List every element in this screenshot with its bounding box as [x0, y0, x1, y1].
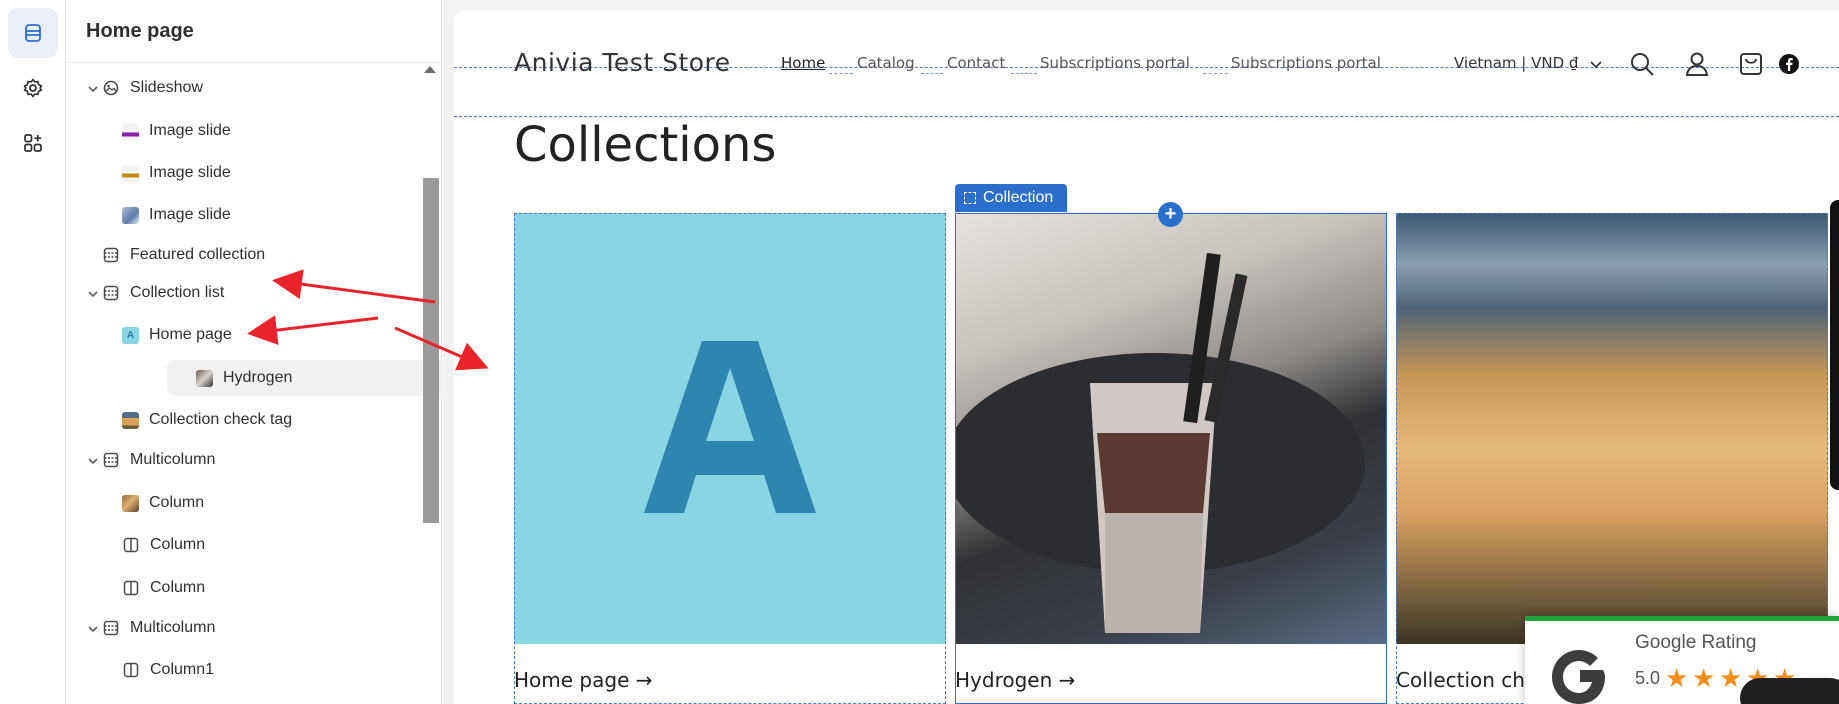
nav-subscriptions-portal[interactable]: Subscriptions portal	[1040, 54, 1190, 72]
nav-home[interactable]: Home	[781, 54, 825, 72]
scroll-up-arrow[interactable]	[424, 66, 436, 73]
nav-contact[interactable]: Contact	[947, 54, 1005, 72]
column-icon	[123, 537, 139, 553]
collection-card-label[interactable]: Hydrogen →	[955, 668, 1075, 692]
nav-separator	[921, 73, 943, 74]
section-label: Collection list	[130, 284, 225, 301]
block-image-slide[interactable]: Image slide	[122, 197, 462, 233]
add-block-button[interactable]: +	[1158, 202, 1183, 227]
cart-icon[interactable]	[1737, 50, 1765, 78]
sections-icon	[25, 24, 41, 42]
hydrogen-thumbnail	[196, 369, 213, 387]
chevron-down-icon[interactable]	[86, 454, 100, 468]
slideshow-icon	[103, 80, 119, 96]
block-label: Home page	[149, 326, 232, 343]
block-label: Hydrogen	[223, 369, 293, 386]
chevron-down-icon[interactable]	[86, 622, 100, 636]
collection-title: Home page	[514, 668, 630, 692]
section-multicolumn[interactable]: Multicolumn	[102, 610, 442, 646]
section-icon	[103, 620, 119, 636]
block-image-slide[interactable]: Image slide	[122, 155, 462, 191]
column-icon	[123, 662, 139, 678]
nav-separator	[1011, 73, 1037, 74]
selected-card-outline	[955, 213, 1387, 704]
section-collection-list[interactable]: Collection list	[102, 275, 442, 311]
apps-icon	[24, 134, 42, 152]
collection-card-outline	[514, 213, 946, 704]
nav-subscriptions-portal[interactable]: Subscriptions portal	[1231, 54, 1381, 72]
collection-title: Hydrogen	[955, 668, 1053, 692]
scrollbar-edge	[1830, 200, 1839, 490]
left-rail	[0, 0, 66, 704]
select-frame-icon	[964, 192, 976, 204]
section-label: Multicolumn	[130, 619, 216, 636]
block-column1[interactable]: Column1	[122, 652, 462, 688]
chevron-down-icon[interactable]	[86, 287, 100, 301]
sections-sidebar: Home page Slideshow Image slide Image sl…	[66, 0, 471, 704]
block-collection-check-tag[interactable]: Collection check tag	[122, 402, 462, 438]
selected-block-tag-label: Collection	[983, 189, 1054, 206]
collection-check-tag-thumbnail	[122, 411, 139, 429]
google-g-icon	[1552, 650, 1605, 704]
block-label: Image slide	[149, 122, 231, 139]
image-slide-thumbnail	[122, 206, 139, 224]
star-icon: ★	[1665, 663, 1689, 693]
collection-card-label[interactable]: Collection ch	[1396, 668, 1525, 692]
arrow-right-icon: →	[1058, 668, 1076, 692]
block-column[interactable]: Column	[122, 527, 462, 563]
search-icon[interactable]	[1628, 50, 1656, 78]
star-icon: ★	[1692, 663, 1716, 693]
block-image-slide[interactable]: Image slide	[122, 113, 462, 149]
chevron-down-icon[interactable]	[1588, 56, 1604, 72]
arrow-right-icon: →	[635, 668, 653, 692]
block-column[interactable]: Column	[122, 485, 462, 521]
nav-catalog[interactable]: Catalog	[857, 54, 915, 72]
image-slide-thumbnail	[122, 164, 139, 182]
settings-button[interactable]	[8, 63, 58, 113]
sidebar-scrollbar[interactable]	[423, 178, 439, 523]
column-icon	[123, 580, 139, 596]
facebook-icon[interactable]	[1778, 53, 1800, 75]
section-icon	[103, 452, 119, 468]
sections-button[interactable]	[8, 8, 58, 58]
home-page-thumbnail: A	[122, 326, 139, 344]
section-label: Multicolumn	[130, 451, 216, 468]
google-rating-score: 5.0	[1635, 668, 1661, 688]
gear-icon	[23, 78, 43, 98]
selected-block-tag[interactable]: Collection	[955, 184, 1067, 212]
block-label: Column1	[150, 661, 215, 678]
section-featured-collection[interactable]: Featured collection	[102, 237, 442, 273]
google-rating-title: Google Rating	[1635, 632, 1757, 653]
section-slideshow[interactable]: Slideshow	[102, 70, 442, 106]
store-name[interactable]: Anivia Test Store	[514, 48, 731, 77]
sidebar-title: Home page	[86, 20, 194, 42]
page-heading: Collections	[514, 117, 777, 173]
section-icon	[103, 285, 119, 301]
plus-icon: +	[1164, 203, 1177, 225]
floating-chat-button[interactable]	[1740, 678, 1839, 704]
apps-button[interactable]	[8, 118, 58, 168]
account-icon[interactable]	[1683, 50, 1711, 78]
block-label: Column	[149, 494, 205, 511]
collection-card-label[interactable]: Home page →	[514, 668, 653, 692]
section-multicolumn[interactable]: Multicolumn	[102, 442, 442, 478]
nav-separator	[1203, 73, 1228, 74]
chevron-down-icon[interactable]	[86, 82, 100, 96]
star-icon: ★	[1719, 663, 1743, 693]
section-icon	[103, 247, 119, 263]
nav-separator	[829, 73, 853, 74]
section-label: Slideshow	[130, 79, 203, 96]
block-home-page[interactable]: A Home page	[122, 317, 462, 353]
locale-selector[interactable]: Vietnam | VND ₫	[1454, 54, 1578, 72]
block-label: Column	[150, 536, 206, 553]
section-label: Featured collection	[130, 246, 266, 263]
column-thumbnail	[122, 494, 139, 512]
sidebar-divider	[66, 62, 442, 63]
block-label: Image slide	[149, 206, 231, 223]
block-label: Column	[150, 579, 206, 596]
image-slide-thumbnail	[122, 122, 139, 140]
block-column[interactable]: Column	[122, 570, 462, 606]
block-label: Image slide	[149, 164, 231, 181]
block-label: Collection check tag	[149, 411, 293, 428]
